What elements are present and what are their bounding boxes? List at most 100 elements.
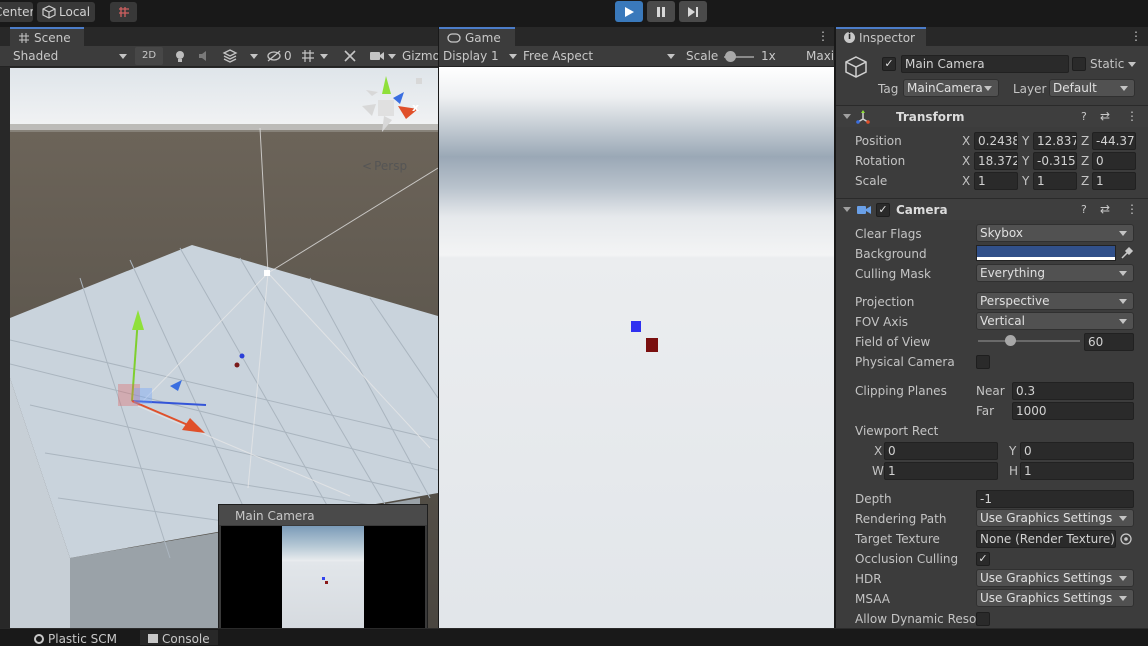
scale-z-field[interactable]: 1	[1092, 172, 1136, 190]
step-button[interactable]	[679, 1, 707, 22]
culling-mask-dropdown[interactable]: Everything	[976, 264, 1134, 282]
tag-dropdown[interactable]: MainCamera	[903, 79, 999, 97]
clear-flags-dropdown[interactable]: Skybox	[976, 224, 1134, 242]
vp-h-field[interactable]: 1	[1020, 462, 1134, 480]
camera-header[interactable]: ✓ Camera ? ⇄ ⋮	[836, 198, 1148, 220]
tab-console[interactable]: Console	[140, 630, 218, 646]
game-viewport[interactable]	[439, 67, 834, 628]
position-x-field[interactable]: 0.2438	[974, 132, 1018, 150]
fov-slider-track[interactable]	[978, 340, 1080, 342]
static-chevron-down-icon[interactable]	[1128, 62, 1136, 67]
scale-x-field[interactable]: 1	[974, 172, 1018, 190]
pivot-center-toggle[interactable]: Center	[0, 2, 33, 22]
grid-toggle-icon[interactable]	[300, 49, 316, 63]
scale-row-label: Scale	[855, 174, 888, 188]
gizmos-dropdown[interactable]: Gizmo	[402, 49, 438, 63]
position-label: Position	[855, 134, 902, 148]
gamepad-icon	[447, 32, 461, 43]
display-dropdown[interactable]: Display 1	[443, 49, 517, 63]
projection-dropdown[interactable]: Perspective	[976, 292, 1134, 310]
scene-viewport[interactable]: x < Persp Main Camera	[10, 68, 438, 628]
far-field[interactable]: 1000	[1012, 402, 1134, 420]
pause-button[interactable]	[647, 1, 675, 22]
position-y-field[interactable]: 12.837	[1033, 132, 1077, 150]
grid-chevron-down-icon[interactable]	[320, 54, 328, 59]
grid-snap-button[interactable]	[110, 2, 137, 22]
vp-x-field[interactable]: 0	[884, 442, 998, 460]
transform-header[interactable]: Transform ? ⇄ ⋮	[836, 105, 1148, 127]
scale-y-field[interactable]: 1	[1033, 172, 1077, 190]
game-tab-bar: Game ⋮	[439, 27, 834, 46]
rotation-x-field[interactable]: 18.372	[974, 152, 1018, 170]
step-icon	[688, 6, 698, 17]
static-label: Static	[1090, 57, 1125, 71]
tab-inspector[interactable]: i Inspector	[836, 27, 926, 46]
fov-value-field[interactable]: 60	[1084, 333, 1134, 351]
play-button[interactable]	[615, 1, 643, 22]
pivot-local-toggle[interactable]: Local	[37, 2, 95, 22]
kebab-menu-icon[interactable]: ⋮	[817, 29, 829, 43]
position-z-field[interactable]: -44.37	[1092, 132, 1136, 150]
rendering-path-dropdown[interactable]: Use Graphics Settings	[976, 509, 1134, 527]
fov-slider-thumb[interactable]	[1004, 335, 1016, 346]
effects-chevron-down-icon[interactable]	[250, 54, 258, 59]
camera-settings-icon[interactable]	[369, 50, 385, 62]
background-color-swatch[interactable]	[976, 245, 1116, 261]
tab-game[interactable]: Game	[439, 27, 515, 46]
draw-mode-dropdown[interactable]: Shaded	[13, 49, 128, 63]
orientation-gizmo[interactable]	[360, 76, 430, 146]
blue-object-marker[interactable]	[239, 353, 245, 359]
aspect-dropdown[interactable]: Free Aspect	[523, 49, 677, 63]
transform-preset-icon[interactable]: ⇄	[1100, 109, 1110, 123]
transform-menu-icon[interactable]: ⋮	[1126, 109, 1138, 123]
hdr-dropdown[interactable]: Use Graphics Settings	[976, 569, 1134, 587]
maximize-toggle[interactable]: Maxi	[806, 49, 834, 63]
fov-axis-dropdown[interactable]: Vertical	[976, 312, 1134, 330]
vp-y-field[interactable]: 0	[1020, 442, 1134, 460]
rotation-y-field[interactable]: -0.315	[1033, 152, 1077, 170]
effects-icon[interactable]	[222, 49, 238, 63]
scale-label: Scale	[686, 49, 719, 63]
vp-h-axis: H	[1009, 464, 1019, 478]
physical-camera-checkbox[interactable]	[976, 355, 990, 369]
layer-dropdown[interactable]: Default	[1049, 79, 1135, 97]
msaa-dropdown[interactable]: Use Graphics Settings	[976, 589, 1134, 607]
tools-icon[interactable]	[343, 49, 357, 63]
rotation-y-axis: Y	[1022, 154, 1030, 168]
rotation-z-field[interactable]: 0	[1092, 152, 1136, 170]
camera-help-icon[interactable]: ?	[1081, 203, 1087, 216]
depth-field[interactable]: -1	[976, 490, 1134, 508]
camera-enabled-checkbox[interactable]: ✓	[876, 203, 890, 217]
transform-foldout-icon[interactable]	[843, 114, 851, 119]
game-red-cube	[646, 338, 658, 352]
camera-foldout-icon[interactable]	[843, 207, 851, 212]
camera-handle[interactable]	[264, 270, 270, 276]
eyedropper-icon[interactable]	[1120, 246, 1134, 260]
dynamic-res-checkbox[interactable]	[976, 612, 990, 626]
persp-toggle[interactable]: < Persp	[362, 159, 407, 173]
object-picker-icon[interactable]	[1119, 532, 1133, 546]
toggle-2d-button[interactable]: 2D	[135, 47, 163, 65]
camera-preset-icon[interactable]: ⇄	[1100, 202, 1110, 216]
camera-menu-icon[interactable]: ⋮	[1126, 202, 1138, 216]
near-field[interactable]: 0.3	[1012, 382, 1134, 400]
occlusion-checkbox[interactable]: ✓	[976, 552, 990, 566]
target-texture-field[interactable]: None (Render Texture)	[976, 530, 1116, 548]
lighting-icon[interactable]	[173, 49, 187, 63]
transform-help-icon[interactable]: ?	[1081, 110, 1087, 123]
object-name-field[interactable]: Main Camera	[901, 55, 1069, 73]
red-object-marker[interactable]	[234, 362, 240, 368]
static-checkbox[interactable]	[1072, 57, 1086, 71]
vp-w-field[interactable]: 1	[884, 462, 998, 480]
camera-title: Camera	[896, 203, 948, 217]
tab-scene[interactable]: Scene	[10, 27, 84, 46]
camera-chevron-down-icon[interactable]	[388, 54, 396, 59]
inspector-kebab-icon[interactable]: ⋮	[1130, 29, 1142, 43]
audio-icon[interactable]	[197, 49, 211, 63]
near-label: Near	[976, 384, 1005, 398]
active-checkbox[interactable]: ✓	[882, 57, 896, 71]
persp-label: Persp	[374, 159, 408, 173]
scale-slider-thumb[interactable]	[725, 51, 736, 62]
scene-visibility-toggle[interactable]: 0	[266, 49, 292, 63]
scale-y-axis: Y	[1022, 174, 1030, 188]
